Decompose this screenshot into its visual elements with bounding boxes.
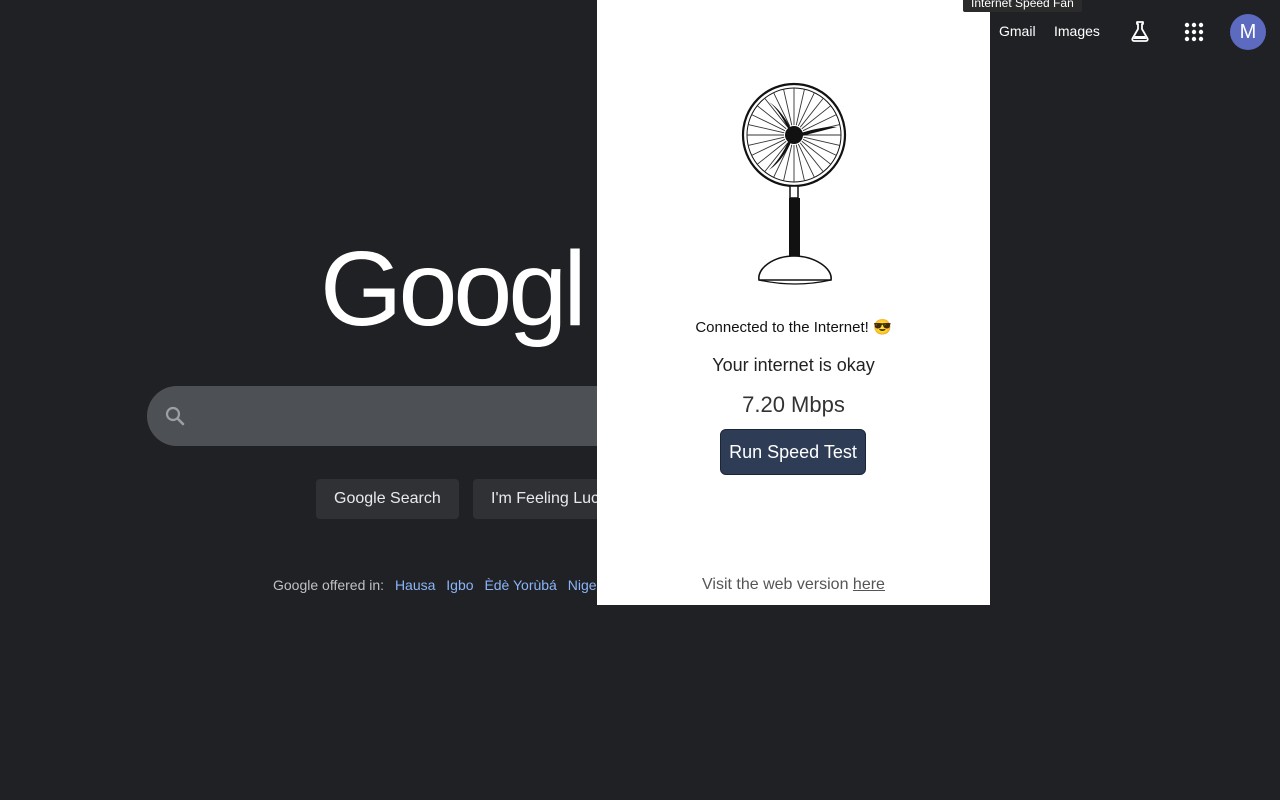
extension-tooltip: Internet Speed Fan [963, 0, 1082, 12]
language-link-igbo[interactable]: Igbo [446, 577, 473, 593]
google-search-button[interactable]: Google Search [316, 479, 459, 519]
web-version-footer: Visit the web version here [597, 576, 990, 594]
apps-grid-icon[interactable] [1182, 20, 1206, 44]
gmail-link[interactable]: Gmail [999, 23, 1036, 39]
offered-in-label: Google offered in: [273, 577, 385, 593]
run-speed-test-button[interactable]: Run Speed Test [720, 429, 866, 475]
language-link-hausa[interactable]: Hausa [395, 577, 435, 593]
speed-value: 7.20 Mbps [742, 392, 845, 417]
web-version-link[interactable]: here [853, 576, 885, 593]
flask-icon[interactable] [1128, 20, 1152, 44]
images-link[interactable]: Images [1054, 23, 1100, 39]
language-link-yoruba[interactable]: Èdè Yorùbá [484, 577, 556, 593]
account-avatar[interactable]: M [1230, 14, 1266, 50]
fan-icon [741, 82, 847, 285]
speed-verdict: Your internet is okay [712, 355, 875, 375]
google-logo: Googl [320, 230, 587, 348]
speed-fan-popup: Connected to the Internet! 😎 Your intern… [597, 0, 990, 605]
search-icon [165, 406, 185, 426]
connection-status: Connected to the Internet! 😎 [695, 319, 892, 336]
footer-text: Visit the web version [702, 576, 853, 593]
